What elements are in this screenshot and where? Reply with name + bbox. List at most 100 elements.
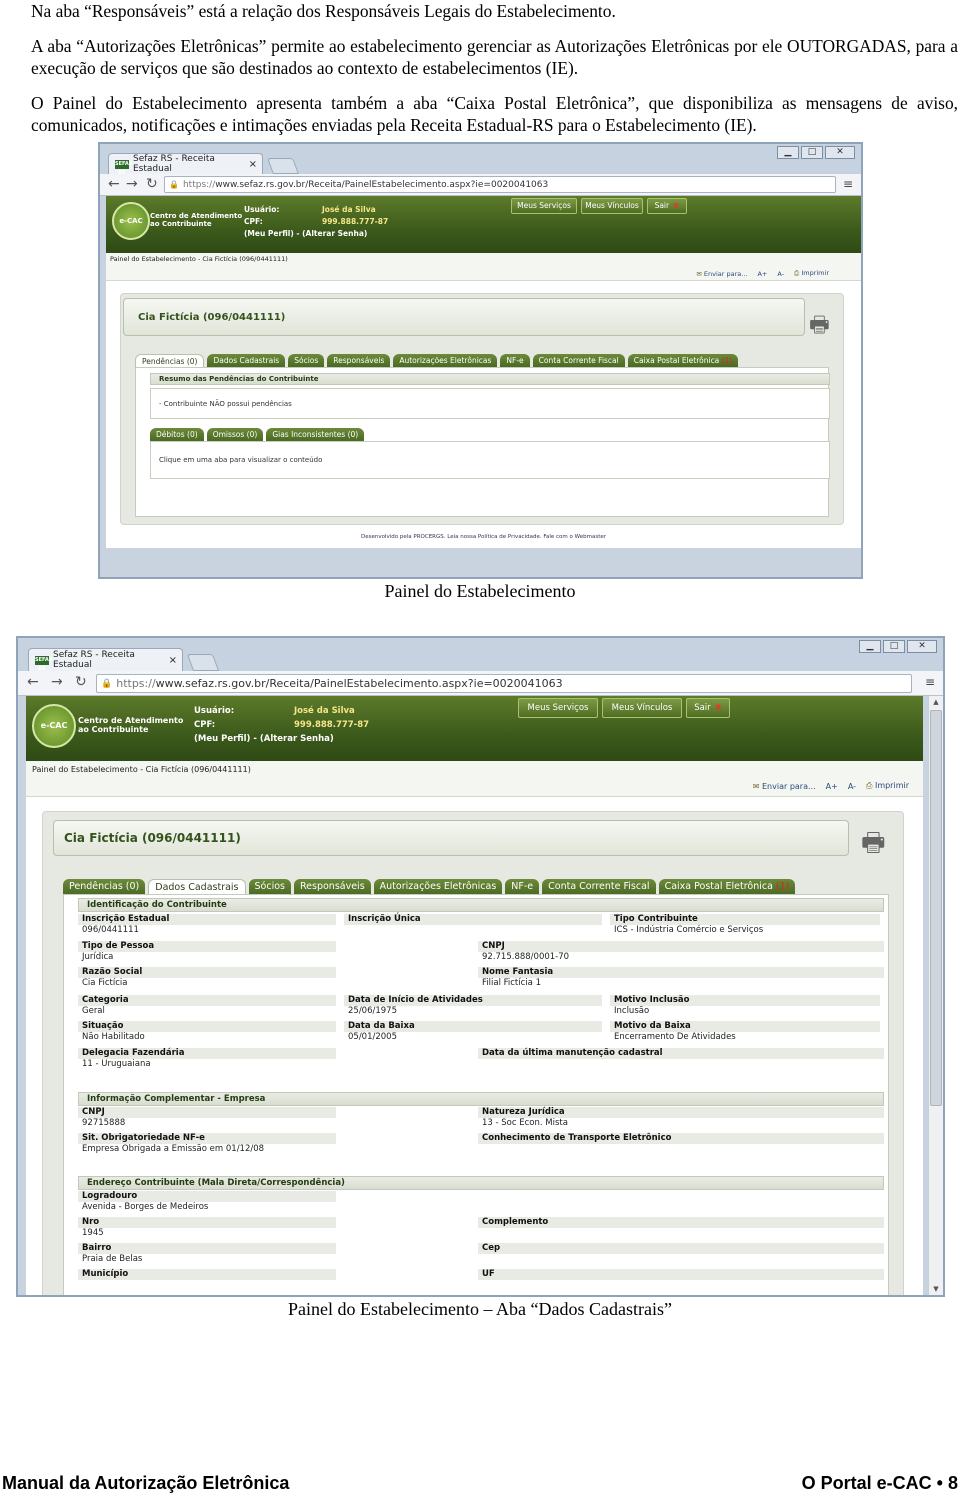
browser-menu-icon-2[interactable]: ≡ [925, 675, 935, 689]
subtab-1[interactable]: Omissos (0) [206, 428, 264, 441]
profile-links[interactable]: (Meu Perfil) - (Alterar Senha) [244, 228, 388, 240]
field-value-mi: Inclusão [614, 1006, 650, 1016]
fig1-tab-6[interactable]: Conta Corrente Fiscal [532, 354, 625, 367]
browser-window-2: ▁ □ ✕ SEFAZ RS Sefaz RS - Receita Estadu… [16, 636, 945, 1297]
fig2-tab-label: NF-e [511, 881, 534, 892]
url-scheme: https:// [182, 179, 216, 190]
establishment-panel: Cia Fictícia (096/0441111) 🖶 Pendências … [120, 293, 844, 525]
field-label-so: Sit. Obrigatoriedade NF-e [78, 1133, 336, 1144]
tab-close-icon[interactable]: × [249, 159, 257, 170]
user-label-2: Usuário: [194, 706, 235, 716]
browser-tab[interactable]: SEFAZ RS Sefaz RS - Receita Estadual × [108, 153, 263, 176]
send-to-link-2[interactable]: ✉ Enviar para... [753, 782, 816, 791]
browser-tab-2[interactable]: SEFAZ RS Sefaz RS - Receita Estadual × [28, 648, 183, 672]
fig1-tab-1[interactable]: Dados Cadastrais [207, 354, 286, 367]
field-label-nro: Nro [78, 1217, 336, 1228]
meus-servicos-button[interactable]: Meus Serviços [511, 198, 577, 214]
site-header: e-CAC Centro de Atendimento ao Contribui… [106, 196, 861, 253]
fig2-tab-label: Pendências (0) [69, 881, 140, 892]
url-text: www.sefaz.rs.gov.br/Receita/PainelEstabe… [215, 179, 549, 190]
meus-vinculos-button-2[interactable]: Meus Vínculos [602, 698, 682, 718]
forward-arrow-icon[interactable]: → [126, 177, 138, 191]
fig1-tab-3[interactable]: Responsáveis [327, 354, 391, 367]
url-scheme-2: https:// [116, 677, 156, 690]
send-to-link[interactable]: ✉ Enviar para... [696, 270, 747, 278]
font-increase-button[interactable]: A+ [757, 270, 767, 278]
breadcrumb: Painel do Estabelecimento - Cia Fictícia… [106, 253, 861, 281]
back-arrow-icon[interactable]: ← [108, 177, 120, 191]
close-window-button-2[interactable]: ✕ [907, 640, 937, 653]
scroll-up-icon[interactable]: ▲ [929, 696, 943, 708]
fig2-tab-label: Sócios [254, 881, 285, 892]
sair-button[interactable]: Sair ✖ [647, 198, 687, 214]
fig2-tab-4[interactable]: Autorizações Eletrônicas [373, 879, 503, 895]
profile-links-2[interactable]: (Meu Perfil) - (Alterar Senha) [194, 732, 369, 746]
site-page-2: e-CAC Centro de Atendimento ao Contribui… [26, 696, 923, 1295]
send-to-label-2: Enviar para... [762, 781, 816, 791]
fig1-tab-5[interactable]: NF-e [500, 354, 530, 367]
field-label-tc: Tipo Contribuinte [610, 914, 880, 925]
print-link[interactable]: ⎙ Imprimir [794, 269, 829, 278]
cpf-label: CPF: [244, 217, 263, 226]
forward-arrow-icon-2[interactable]: → [51, 675, 63, 689]
fig1-tab-7[interactable]: Caixa Postal Eletrônica (1) [627, 354, 739, 367]
back-arrow-icon-2[interactable]: ← [27, 675, 39, 689]
pendencias-header: Resumo das Pendências do Contribuinte [150, 373, 830, 385]
sec-info-complementar: Informação Complementar - Empresa [78, 1092, 884, 1106]
fig1-tab-4[interactable]: Autorizações Eletrônicas [393, 354, 498, 367]
ecac-logo-2: e-CAC [32, 704, 76, 748]
page-scrollbar[interactable]: ▲ ▼ [928, 696, 943, 1295]
fig2-tab-1[interactable]: Dados Cadastrais [148, 879, 246, 895]
field-label-bai: Bairro [78, 1243, 336, 1254]
scroll-down-icon[interactable]: ▼ [929, 1283, 943, 1295]
browser-tab-title: Sefaz RS - Receita Estadual [133, 154, 215, 174]
fig2-tab-3[interactable]: Responsáveis [293, 879, 371, 895]
fig2-tab-5[interactable]: NF-e [505, 879, 540, 895]
reload-icon-2[interactable]: ↻ [75, 675, 87, 689]
fig2-tab-6[interactable]: Conta Corrente Fiscal [542, 879, 656, 895]
site-footer[interactable]: Desenvolvido pela PROCERGS. Leia nossa P… [106, 534, 861, 540]
browser-menu-icon[interactable]: ≡ [843, 177, 853, 191]
user-label: Usuário: [244, 205, 280, 214]
field-label-tp: Tipo de Pessoa [78, 941, 336, 952]
font-decrease-button[interactable]: A- [777, 270, 784, 278]
maximize-button-2[interactable]: □ [883, 640, 905, 653]
printer-icon[interactable]: 🖶 [809, 308, 830, 346]
maximize-button[interactable]: □ [801, 146, 823, 159]
font-decrease-button-2[interactable]: A- [848, 782, 856, 791]
sair-button-2[interactable]: Sair ✖ [686, 698, 730, 718]
company-title-2: Cia Fictícia (096/0441111) [64, 831, 241, 845]
field-value-lg: Avenida - Borges de Medeiros [82, 1202, 209, 1212]
font-increase-button-2[interactable]: A+ [826, 782, 838, 791]
field-label-nj: Natureza Jurídica [478, 1107, 884, 1118]
subtab-0[interactable]: Débitos (0) [150, 428, 204, 441]
fig2-tab-label: Responsáveis [299, 881, 365, 892]
reload-icon[interactable]: ↻ [146, 177, 158, 191]
scroll-thumb[interactable] [930, 710, 942, 1106]
fig1-tab-label: Caixa Postal Eletrônica [633, 356, 720, 365]
new-tab-button[interactable] [267, 158, 299, 174]
close-window-button[interactable]: ✕ [825, 146, 855, 159]
fig2-tab-0[interactable]: Pendências (0) [63, 879, 146, 895]
address-bar-2[interactable]: 🔒 https://www.sefaz.rs.gov.br/Receita/Pa… [96, 674, 912, 693]
field-label-df: Delegacia Fazendária [78, 1048, 336, 1059]
meus-servicos-button-2[interactable]: Meus Serviços [518, 698, 598, 718]
minimize-button-2[interactable]: ▁ [859, 640, 881, 653]
field-value-df: 11 - Uruguaiana [82, 1059, 151, 1069]
fig1-tab-label: Responsáveis [333, 356, 385, 365]
fig1-tab-0[interactable]: Pendências (0) [135, 354, 205, 367]
breadcrumb-text-2: Painel do Estabelecimento - Cia Fictícia… [32, 765, 251, 774]
fig2-tab-2[interactable]: Sócios [248, 879, 291, 895]
subtab-2[interactable]: Gias Inconsistentes (0) [266, 428, 365, 441]
printer-icon-2[interactable]: 🖶 [861, 824, 886, 868]
field-label-c2: CNPJ [78, 1107, 336, 1118]
meus-vinculos-button[interactable]: Meus Vínculos [581, 198, 643, 214]
user-name: José da Silva [322, 205, 376, 214]
address-bar[interactable]: 🔒 https://www.sefaz.rs.gov.br/Receita/Pa… [164, 176, 836, 193]
print-link-2[interactable]: ⎙ Imprimir [866, 781, 909, 791]
tab-close-icon-2[interactable]: × [169, 655, 177, 666]
fig1-tab-2[interactable]: Sócios [288, 354, 325, 367]
minimize-button[interactable]: ▁ [777, 146, 799, 159]
fig2-tab-7[interactable]: Caixa Postal Eletrônica (1) [658, 879, 796, 895]
field-value-nf: Filial Fictícia 1 [482, 978, 541, 988]
